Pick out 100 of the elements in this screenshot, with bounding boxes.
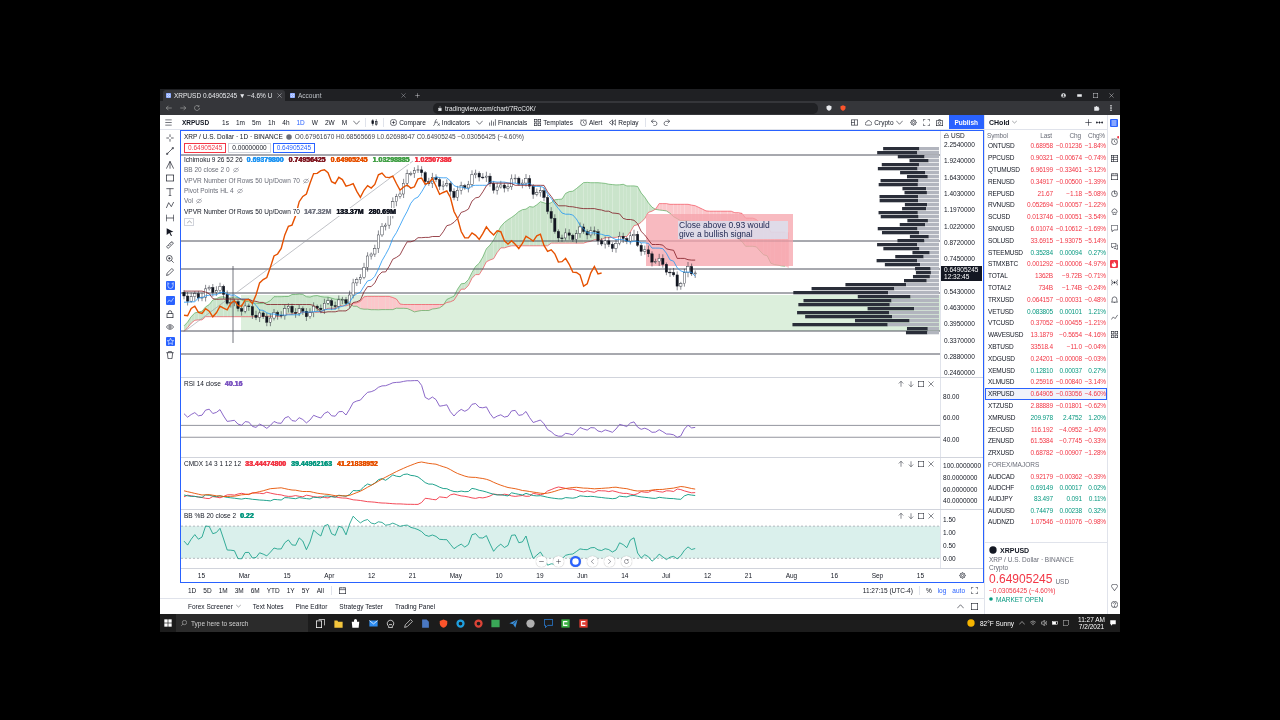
reload-icon[interactable] xyxy=(194,105,200,111)
disc-icon[interactable] xyxy=(526,618,535,628)
arrow-up-icon[interactable] xyxy=(898,381,905,388)
magnet-icon[interactable] xyxy=(165,281,175,291)
chevron-down-icon[interactable] xyxy=(476,118,484,126)
rewind-icon xyxy=(609,118,617,126)
battery-icon[interactable] xyxy=(1052,620,1058,626)
trash-icon[interactable] xyxy=(166,351,174,360)
coin-logo-icon xyxy=(989,546,997,554)
pen-icon[interactable] xyxy=(403,618,413,628)
shield-icon[interactable] xyxy=(826,105,832,111)
reset-chart-button[interactable] xyxy=(621,556,632,568)
camera-icon[interactable] xyxy=(935,118,943,126)
eye-icon[interactable] xyxy=(166,323,174,332)
fullscreen-icon[interactable] xyxy=(922,118,930,126)
task-view-icon[interactable] xyxy=(316,618,325,628)
zigzag-icon[interactable] xyxy=(166,200,174,209)
lock-icon[interactable] xyxy=(166,310,174,319)
lock-icon[interactable] xyxy=(944,133,950,139)
plus-circle-icon xyxy=(390,118,398,126)
note-icon[interactable] xyxy=(1063,620,1069,626)
envelope-icon[interactable] xyxy=(368,618,378,628)
add-icon[interactable] xyxy=(1085,118,1092,126)
close-icon[interactable] xyxy=(928,513,935,520)
zoom-in-button[interactable] xyxy=(553,556,564,568)
status-dot-icon xyxy=(989,597,993,601)
speaker-icon[interactable] xyxy=(1041,620,1047,626)
windows-logo-icon[interactable] xyxy=(164,619,172,627)
new-tab-icon[interactable] xyxy=(415,92,420,98)
maximize-icon[interactable] xyxy=(918,513,925,520)
minus-icon xyxy=(539,561,544,563)
calendar-icon[interactable] xyxy=(338,586,346,594)
chevron-down-icon xyxy=(235,604,241,609)
ruler-icon[interactable] xyxy=(166,241,174,250)
letter-tile-icon[interactable] xyxy=(561,618,570,628)
paper-plane-icon[interactable] xyxy=(508,618,518,628)
fork-icon[interactable] xyxy=(166,160,174,169)
bag-icon[interactable] xyxy=(351,618,360,628)
bulb-icon[interactable] xyxy=(1110,207,1118,215)
fullscreen-icon[interactable] xyxy=(971,586,978,594)
star-icon[interactable] xyxy=(165,336,175,346)
back-icon[interactable] xyxy=(166,105,172,111)
speech-bubble-icon[interactable] xyxy=(543,618,553,628)
undo-icon[interactable] xyxy=(650,118,658,126)
arrow-up-icon[interactable] xyxy=(898,513,905,520)
help-icon[interactable] xyxy=(1110,601,1118,608)
chevron-down-icon xyxy=(895,118,903,126)
profile-icon[interactable] xyxy=(1061,92,1066,98)
pencil-icon[interactable] xyxy=(166,267,174,276)
badge-dot-icon xyxy=(1116,136,1119,139)
zoom-in-icon[interactable] xyxy=(166,254,174,263)
close-icon[interactable] xyxy=(928,381,935,388)
forward-icon[interactable] xyxy=(180,105,186,111)
gem-icon[interactable] xyxy=(1110,583,1118,591)
calendar-icon[interactable] xyxy=(1110,172,1118,180)
menu-icon[interactable] xyxy=(165,118,172,126)
puzzle-icon[interactable] xyxy=(1094,105,1100,111)
reset-button[interactable] xyxy=(570,556,581,568)
chevron-up-icon[interactable] xyxy=(1019,620,1025,626)
maximize-icon[interactable] xyxy=(918,381,925,388)
letter-tile-icon[interactable] xyxy=(578,618,588,628)
grid-icon[interactable] xyxy=(1110,331,1118,338)
timer-icon[interactable] xyxy=(1110,190,1118,197)
notification-icon[interactable] xyxy=(1110,620,1116,626)
zoom-out-button[interactable] xyxy=(536,556,547,568)
chevron-up-icon[interactable] xyxy=(957,602,964,610)
candlestick-icon[interactable] xyxy=(371,118,379,126)
folder-icon[interactable] xyxy=(333,618,343,628)
arrow-down-icon[interactable] xyxy=(908,381,915,388)
chevron-down-icon[interactable] xyxy=(353,118,361,126)
layout-icon[interactable] xyxy=(851,118,859,126)
document-icon[interactable] xyxy=(421,618,430,628)
trend-icon[interactable] xyxy=(1110,313,1118,321)
settings-icon[interactable] xyxy=(958,572,966,580)
minimize-icon[interactable] xyxy=(1077,92,1082,98)
measure-icon[interactable] xyxy=(166,214,174,223)
speech-bubble-icon[interactable] xyxy=(1110,225,1118,232)
rectangle-icon[interactable] xyxy=(166,174,174,183)
bars-icon xyxy=(489,118,497,126)
trend-icon[interactable] xyxy=(165,295,175,305)
chevron-right-icon xyxy=(607,559,612,565)
kebab-menu-icon[interactable] xyxy=(1108,105,1114,111)
settings-icon[interactable] xyxy=(909,118,917,126)
dash-icon[interactable] xyxy=(491,618,500,628)
chat-icon[interactable] xyxy=(1110,242,1118,250)
maximize-icon[interactable] xyxy=(971,602,978,610)
text-tool-icon[interactable] xyxy=(166,187,174,196)
wifi-icon[interactable] xyxy=(1030,620,1036,626)
page-favicon-icon xyxy=(290,93,295,98)
shield-icon[interactable] xyxy=(438,618,448,628)
arrow-down-icon[interactable] xyxy=(908,513,915,520)
more-icon[interactable] xyxy=(1096,118,1103,126)
flame-icon[interactable] xyxy=(1110,260,1118,268)
table-icon[interactable] xyxy=(1110,155,1118,162)
cursor-icon[interactable] xyxy=(166,227,174,236)
bell-icon[interactable] xyxy=(1110,296,1118,303)
redo-icon[interactable] xyxy=(662,118,670,126)
alarm-clock-icon[interactable] xyxy=(1110,137,1118,145)
trend-line-icon[interactable] xyxy=(166,147,174,156)
broadcast-icon[interactable] xyxy=(1110,278,1118,286)
